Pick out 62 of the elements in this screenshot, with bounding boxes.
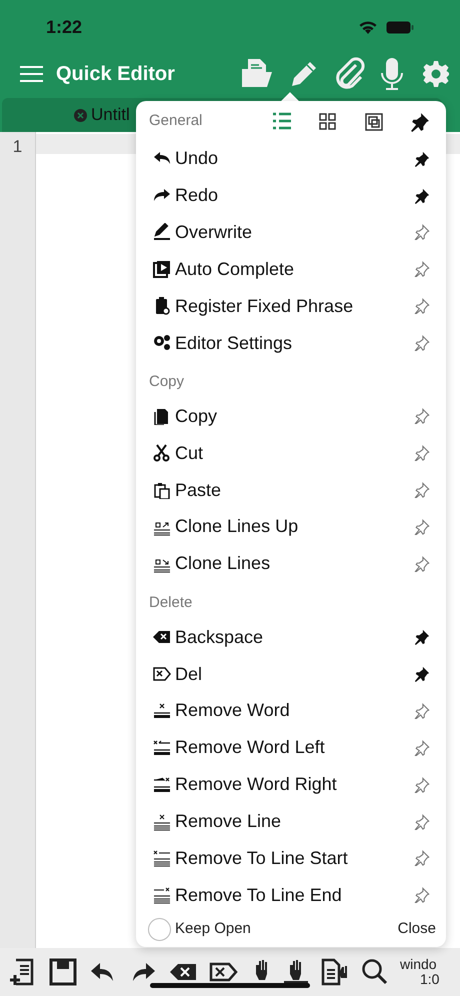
menu-item[interactable]: Remove Line	[149, 808, 282, 836]
pinned-icon[interactable]	[414, 629, 430, 646]
arrow-cross-right-icon	[153, 776, 171, 794]
cross-arrow-lines-icon	[153, 849, 171, 868]
app-title: Quick Editor	[56, 62, 175, 87]
menu-item[interactable]: Editor Settings	[149, 330, 292, 357]
document-hand-icon[interactable]	[320, 957, 350, 987]
menu-item[interactable]: Auto Complete	[149, 256, 294, 283]
menu-item[interactable]: Cut	[149, 440, 204, 467]
menu-item[interactable]: Register Fixed Phrase	[149, 292, 354, 320]
menu-item[interactable]: Remove Word Right	[149, 771, 337, 798]
close-button[interactable]: Close	[398, 918, 436, 941]
document-icon	[153, 407, 171, 426]
scissors-icon	[153, 444, 171, 462]
menu-item[interactable]: Del	[149, 660, 202, 688]
settings-icon[interactable]	[422, 60, 450, 88]
grid-view-icon[interactable]	[318, 112, 338, 132]
menu-item[interactable]: Remove To Line Start	[149, 844, 348, 872]
frame-view-icon[interactable]	[364, 112, 384, 132]
section-header: Delete	[149, 593, 192, 614]
pen-line-icon	[153, 223, 171, 242]
line-number: 1	[12, 136, 22, 158]
close-icon	[74, 108, 87, 122]
battery-icon	[386, 20, 414, 34]
paperclip-icon[interactable]	[334, 57, 366, 91]
menu-item[interactable]: Copy	[149, 402, 218, 430]
section-header: General	[149, 111, 202, 132]
cursor-position: 1:0	[419, 972, 440, 987]
pinned-icon[interactable]	[414, 150, 430, 167]
menu-item[interactable]: Clone Lines Up	[149, 513, 298, 540]
tab-title: Untitl	[91, 104, 130, 126]
menu-item[interactable]: Remove Word Left	[149, 734, 325, 762]
wifi-icon	[358, 20, 378, 34]
clipboard-icon	[153, 481, 171, 500]
save-icon[interactable]	[48, 957, 78, 987]
keep-open-checkbox[interactable]: Keep Open	[148, 918, 251, 941]
delete-icon	[153, 665, 171, 683]
cross-arrow-left-icon	[153, 738, 171, 757]
section-header: Copy	[149, 372, 184, 392]
pinned-icon[interactable]	[414, 188, 430, 204]
mode-label: windo	[400, 957, 438, 972]
arrow-cross-lines-icon	[153, 886, 171, 904]
clipboard-gear-icon	[153, 297, 171, 316]
menu-item[interactable]: Backspace	[149, 624, 264, 651]
search-icon[interactable]	[360, 957, 388, 987]
cross-above-bar-icon	[153, 702, 171, 720]
menu-item[interactable]: Overwrite	[149, 218, 252, 246]
menu-item[interactable]: Undo	[149, 145, 218, 172]
menu-item[interactable]: Redo	[149, 182, 218, 210]
menu-item[interactable]: Paste	[149, 476, 222, 504]
cross-above-lines-icon	[153, 812, 171, 831]
play-square-icon	[153, 260, 171, 278]
menu-item[interactable]: Clone Lines	[149, 550, 270, 578]
list-view-icon[interactable]	[272, 112, 292, 132]
pin-icon[interactable]	[410, 112, 430, 132]
menu-icon[interactable]	[19, 65, 44, 83]
status-time: 1:22	[46, 16, 82, 38]
menu-item[interactable]: Remove To Line End	[149, 882, 342, 909]
microphone-icon[interactable]	[380, 57, 404, 91]
pinned-icon[interactable]	[414, 666, 430, 682]
menu-item[interactable]: Remove Word	[149, 697, 290, 724]
gears-icon	[153, 334, 171, 352]
